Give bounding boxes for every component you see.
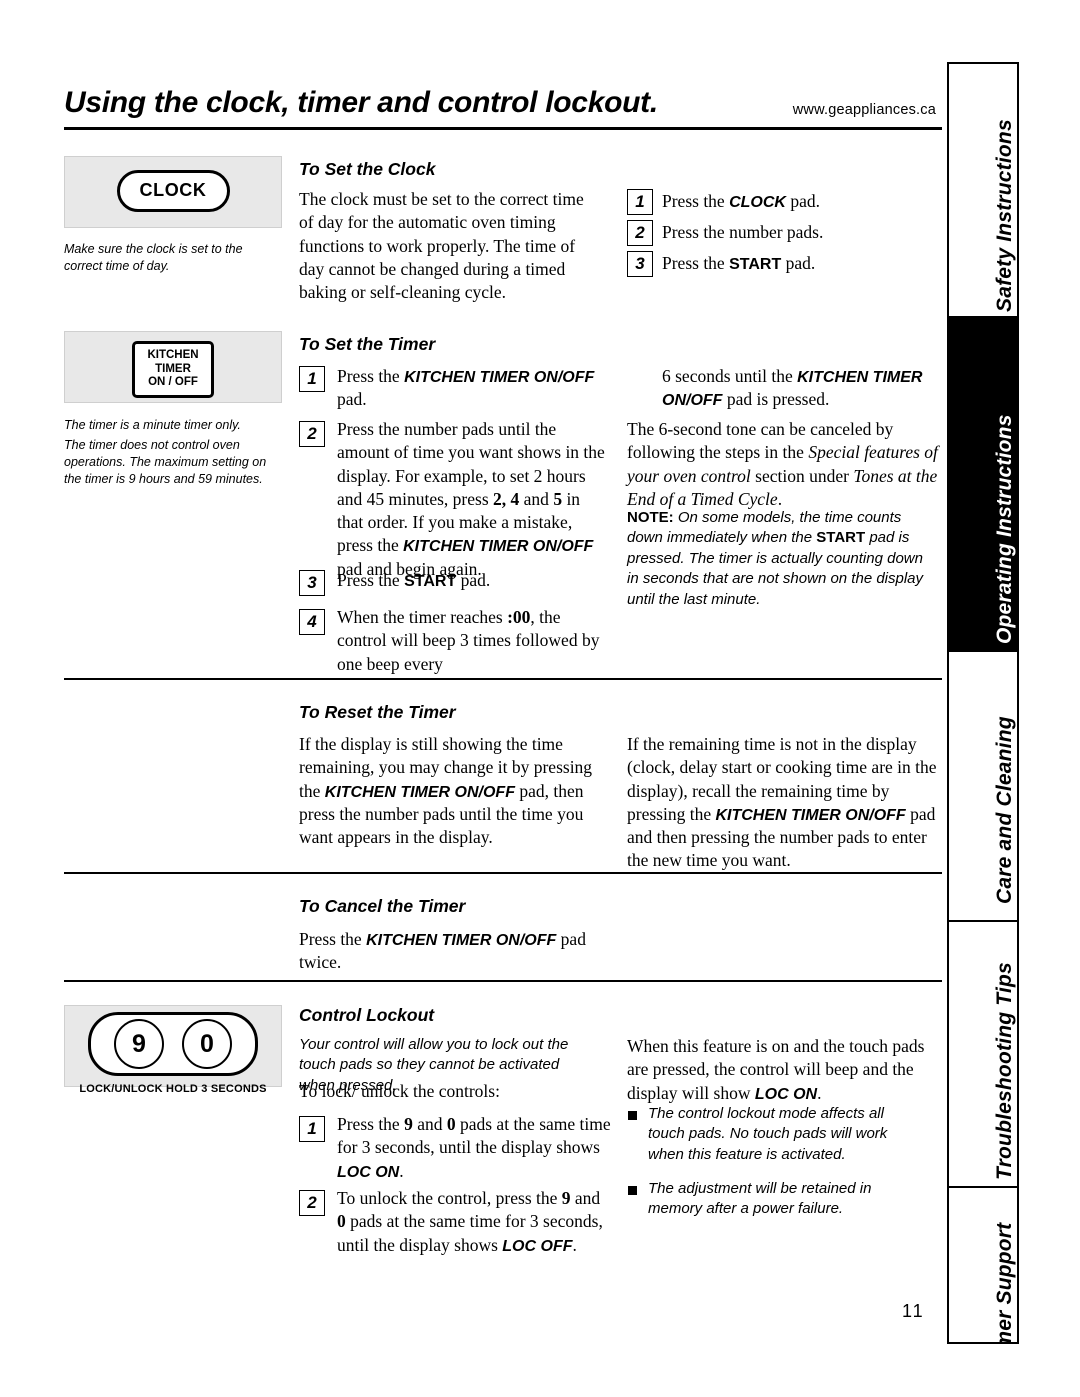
kitchen-timer-pad-box: KITCHEN TIMER ON / OFF	[64, 331, 282, 403]
lock-pad-sublabel: LOCK/UNLOCK HOLD 3 SECONDS	[79, 1083, 267, 1095]
clock-caption: Make sure the clock is set to the correc…	[64, 242, 243, 273]
timer-caption-1: The timer is a minute timer only.	[64, 418, 241, 432]
divider	[64, 678, 942, 680]
divider	[64, 980, 942, 982]
reset-timer-right: If the remaining time is not in the disp…	[627, 734, 937, 871]
lock-pad-group: 90 LOCK/UNLOCK HOLD 3 SECONDS	[64, 1012, 282, 1095]
bullet-square-icon	[628, 1111, 637, 1120]
step-number: 3	[299, 570, 325, 596]
set-timer-right-col-1: 6 seconds until the KITCHEN TIMER ON/OFF…	[662, 366, 923, 410]
tab-label: Operating Instructions	[993, 414, 1016, 644]
timer-caption-2: The timer does not control oven operatio…	[64, 438, 267, 486]
page-title: Using the clock, timer and control locko…	[64, 86, 658, 119]
set-timer-step-1: Press the KITCHEN TIMER ON/OFF pad.	[337, 366, 595, 410]
manual-page: Using the clock, timer and control locko…	[0, 0, 1080, 1397]
kt-line-2: TIMER	[155, 362, 191, 375]
control-lockout-step-1: Press the 9 and 0 pads at the same time …	[337, 1114, 611, 1181]
section-title-set-clock: To Set the Clock	[299, 159, 436, 179]
set-clock-paragraph: The clock must be set to the correct tim…	[299, 189, 584, 303]
clock-pad-box: CLOCK	[64, 156, 282, 228]
set-timer-right-col-2: The 6-second tone can be canceled by fol…	[627, 419, 938, 509]
step-number: 2	[299, 1190, 325, 1216]
set-timer-step-4: When the timer reaches :00, the control …	[337, 607, 600, 674]
section-title-set-timer: To Set the Timer	[299, 334, 436, 354]
section-title-reset-timer: To Reset the Timer	[299, 702, 456, 722]
kt-line-1: KITCHEN	[147, 349, 199, 361]
clock-pad-button[interactable]: CLOCK	[116, 170, 230, 212]
step-number: 4	[299, 609, 325, 635]
reset-timer-left: If the display is still showing the time…	[299, 734, 593, 848]
tab-care-and-cleaning[interactable]: Care and Cleaning	[949, 652, 1017, 922]
control-lockout-bullet-1: The control lockout mode affects all tou…	[648, 1105, 888, 1163]
header-divider	[64, 127, 942, 130]
tab-safety-instructions[interactable]: Safety Instructions	[949, 64, 1017, 318]
website-url: www.geappliances.ca	[792, 102, 936, 118]
lock-digit-0[interactable]: 0	[182, 1019, 232, 1069]
set-timer-step-2: Press the number pads until the amount o…	[337, 419, 605, 579]
tab-label: Care and Cleaning	[993, 716, 1016, 904]
set-timer-step-3: Press the START pad.	[337, 570, 491, 590]
step-number: 1	[299, 1116, 325, 1142]
kt-line-3: ON / OFF	[148, 376, 198, 389]
page-number: 11	[902, 1301, 925, 1321]
control-lockout-right: When this feature is on and the touch pa…	[627, 1036, 925, 1103]
step-number: 1	[299, 366, 325, 392]
step-number: 2	[299, 421, 325, 447]
lock-pad-button[interactable]: 90	[88, 1012, 258, 1076]
tab-consumer-support[interactable]: Consumer Support	[949, 1188, 1017, 1342]
section-tabs-sidebar: Safety Instructions Operating Instructio…	[947, 62, 1019, 1344]
kitchen-timer-pad-button[interactable]: KITCHEN TIMER ON / OFF	[132, 341, 214, 398]
set-clock-step-3: Press the START pad.	[662, 253, 816, 273]
step-number: 3	[627, 251, 653, 277]
set-timer-note: NOTE: On some models, the time counts do…	[627, 509, 924, 608]
control-lockout-step-2: To unlock the control, press the 9 and 0…	[337, 1188, 603, 1255]
cancel-timer-text: Press the KITCHEN TIMER ON/OFF pad twice…	[299, 929, 586, 973]
section-title-control-lockout: Control Lockout	[299, 1005, 435, 1025]
tab-operating-instructions[interactable]: Operating Instructions	[949, 318, 1017, 652]
control-lockout-lead: To lock/ unlock the controls:	[299, 1081, 500, 1101]
step-number: 1	[627, 189, 653, 215]
tab-label: Troubleshooting Tips	[993, 962, 1016, 1180]
tab-label: Safety Instructions	[993, 119, 1016, 312]
tab-label: Consumer Support	[993, 1222, 1016, 1342]
section-title-cancel-timer: To Cancel the Timer	[299, 896, 466, 916]
lock-digit-9[interactable]: 9	[114, 1019, 164, 1069]
tab-troubleshooting-tips[interactable]: Troubleshooting Tips	[949, 922, 1017, 1188]
set-clock-step-2: Press the number pads.	[662, 222, 824, 242]
step-number: 2	[627, 220, 653, 246]
control-lockout-bullet-2: The adjustment will be retained in memor…	[648, 1180, 872, 1218]
bullet-square-icon	[628, 1186, 637, 1195]
page-header: Using the clock, timer and control locko…	[64, 86, 944, 120]
set-clock-step-1: Press the CLOCK pad.	[662, 191, 820, 211]
divider	[64, 872, 942, 874]
